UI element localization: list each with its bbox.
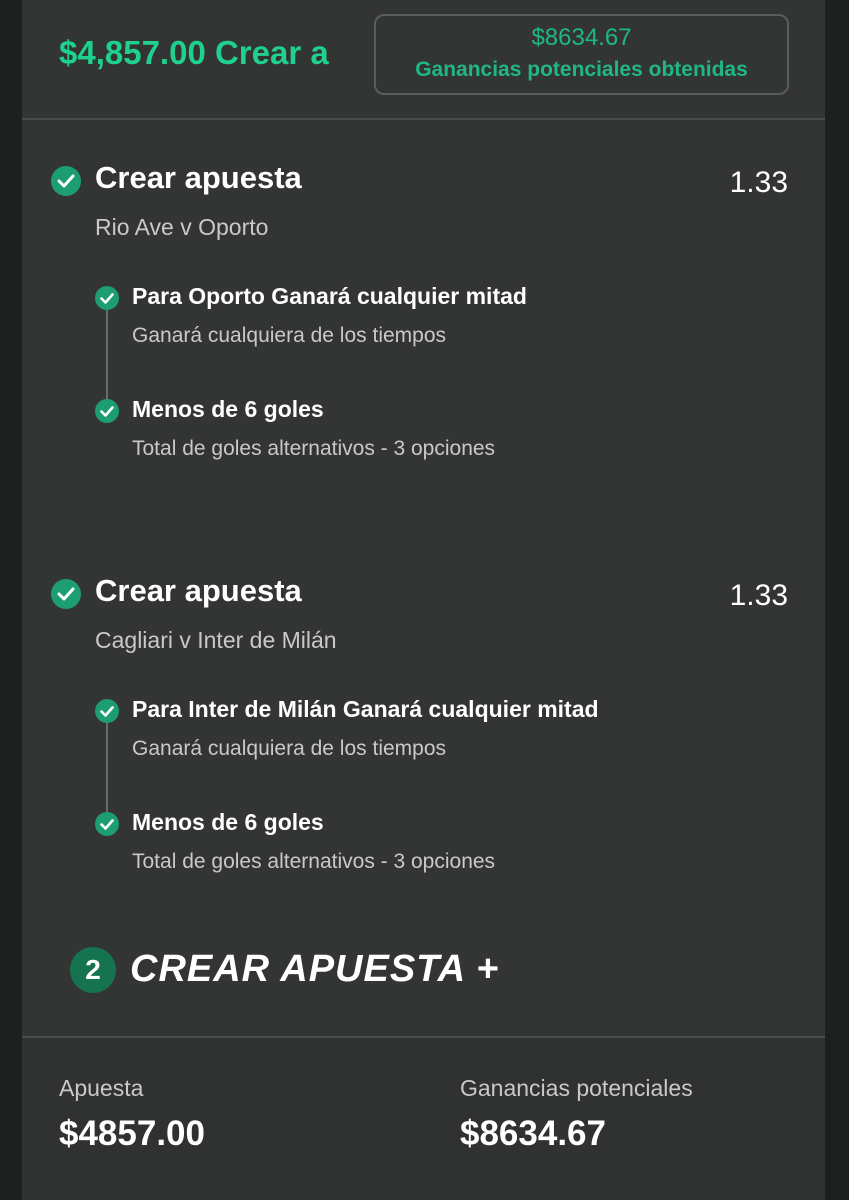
leg-title: Para Oporto Ganará cualquier mitad: [132, 283, 527, 309]
footer-divider: [22, 1036, 825, 1038]
header-stake-text: $4,857.00 Crear a: [59, 34, 329, 71]
check-icon: [95, 399, 119, 423]
bet-item: Crear apuesta 1.33 Rio Ave v Oporto Para…: [22, 150, 825, 480]
legs-connector: [106, 711, 108, 823]
bet-odds: 1.33: [729, 166, 788, 199]
receipt-header: $4,857.00 Crear a $8634.67 Ganancias pot…: [22, 0, 825, 118]
leg-subtitle: Total de goles alternativos - 3 opciones: [132, 437, 496, 460]
bet-receipt-panel: $4,857.00 Crear a $8634.67 Ganancias pot…: [22, 0, 825, 1200]
leg-title: Menos de 6 goles: [132, 809, 324, 835]
bet-title: Crear apuesta: [95, 573, 302, 608]
check-icon: [95, 812, 119, 836]
bet-title: Crear apuesta: [95, 160, 302, 195]
receipt-footer: Apuesta $4857.00 Ganancias potenciales $…: [22, 1036, 825, 1200]
stake-value: $4857.00: [59, 1114, 205, 1153]
bet-odds: 1.33: [729, 579, 788, 612]
bet-match: Rio Ave v Oporto: [95, 214, 269, 240]
potential-returns-footer-label: Ganancias potenciales: [460, 1075, 693, 1101]
right-edge: [825, 0, 849, 1200]
check-icon: [95, 286, 119, 310]
leg-subtitle: Ganará cualquiera de los tiempos: [132, 737, 447, 760]
left-edge: [0, 0, 22, 1200]
leg-subtitle: Ganará cualquiera de los tiempos: [132, 324, 447, 347]
bet-match: Cagliari v Inter de Milán: [95, 627, 337, 653]
stake-label: Apuesta: [59, 1075, 144, 1101]
leg-subtitle: Total de goles alternativos - 3 opciones: [132, 850, 496, 873]
check-icon: [51, 166, 81, 196]
check-icon: [51, 579, 81, 609]
leg-title: Para Inter de Milán Ganará cualquier mit…: [132, 696, 599, 722]
potential-returns-footer-value: $8634.67: [460, 1114, 606, 1153]
leg-title: Menos de 6 goles: [132, 396, 324, 422]
header-divider: [22, 118, 825, 120]
potential-returns-label: Ganancias potenciales obtenidas: [415, 58, 748, 81]
legs-connector: [106, 298, 108, 410]
potential-returns-box: $8634.67 Ganancias potenciales obtenidas: [374, 14, 789, 95]
create-bet-logo: CREAR APUESTA +: [130, 948, 500, 990]
bet-item: Crear apuesta 1.33 Cagliari v Inter de M…: [22, 563, 825, 893]
create-bet-count-badge: 2: [70, 947, 116, 993]
check-icon: [95, 699, 119, 723]
potential-returns-value: $8634.67: [531, 24, 632, 51]
